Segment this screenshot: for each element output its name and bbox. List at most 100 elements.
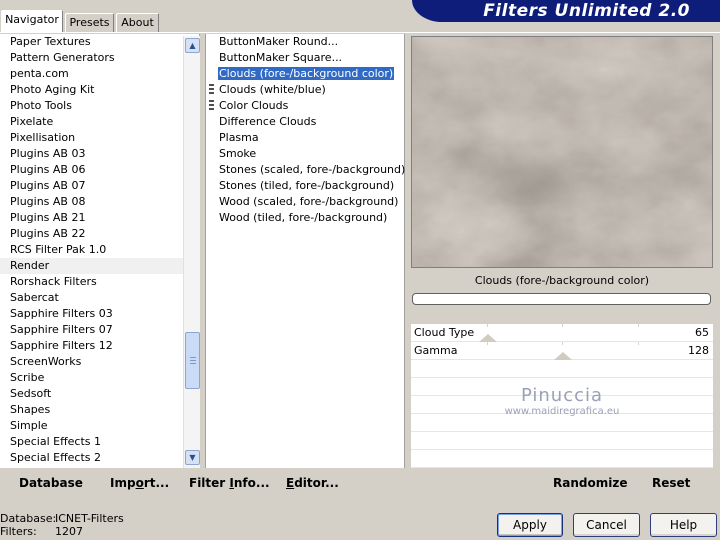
randomize-button[interactable]: Randomize — [553, 474, 627, 492]
editor-label-end: ditor... — [294, 476, 339, 490]
tab-presets[interactable]: Presets — [65, 13, 114, 32]
scroll-up-button[interactable]: ▲ — [185, 38, 200, 53]
status-database-value: ICNET-Filters — [55, 512, 124, 525]
status-filters-label: Filters: — [0, 525, 37, 538]
category-item[interactable]: Special Effects 2 — [0, 450, 199, 466]
favorite-marker-icon — [209, 100, 214, 112]
category-item[interactable]: Sapphire Filters 12 — [0, 338, 199, 354]
category-item[interactable]: Sapphire Filters 07 — [0, 322, 199, 338]
category-scrollbar[interactable]: ▲ ▼ — [183, 36, 200, 468]
category-item[interactable]: Rorshack Filters — [0, 274, 199, 290]
category-item[interactable]: Sedsoft — [0, 386, 199, 402]
filter-item-label: ButtonMaker Square... — [219, 51, 343, 64]
filter-item[interactable]: Plasma — [206, 130, 404, 146]
filter-item-label: Stones (tiled, fore-/background) — [219, 179, 395, 192]
param-label: Cloud Type — [414, 326, 475, 339]
category-item[interactable]: penta.com — [0, 66, 199, 82]
param-value: 65 — [695, 326, 709, 339]
category-item[interactable]: RCS Filter Pak 1.0 — [0, 242, 199, 258]
category-item[interactable]: Shapes — [0, 402, 199, 418]
status-database-row: Database:ICNET-Filters — [0, 512, 124, 525]
category-item[interactable]: Pattern Generators — [0, 50, 199, 66]
category-item[interactable]: Sabercat — [0, 290, 199, 306]
reset-button[interactable]: Reset — [652, 474, 690, 492]
category-item[interactable]: Plugins AB 07 — [0, 178, 199, 194]
category-item[interactable]: Plugins AB 08 — [0, 194, 199, 210]
param-cloud-type[interactable]: Cloud Type 65 — [411, 324, 713, 342]
tab-navigator[interactable]: Navigator — [1, 10, 63, 32]
category-item[interactable]: Simple — [0, 418, 199, 434]
filter-item[interactable]: Clouds (white/blue) — [206, 82, 404, 98]
import-button[interactable]: Import... — [110, 474, 169, 492]
filter-item[interactable]: ButtonMaker Round... — [206, 34, 404, 50]
filter-info-label-start: Filter — [189, 476, 230, 490]
filter-item[interactable]: Color Clouds — [206, 98, 404, 114]
filter-item[interactable]: Smoke — [206, 146, 404, 162]
cancel-button[interactable]: Cancel — [573, 513, 640, 537]
filter-item-label: Stones (scaled, fore-/background) — [219, 163, 406, 176]
watermark-name: Pinuccia — [520, 385, 604, 406]
slider-tick — [562, 342, 563, 345]
category-item[interactable]: Sapphire Filters 03 — [0, 306, 199, 322]
slider-handle[interactable] — [554, 352, 572, 360]
category-item[interactable]: Photo Aging Kit — [0, 82, 199, 98]
category-item[interactable]: Plugins AB 22 — [0, 226, 199, 242]
status-filters-row: Filters: 1207 — [0, 525, 124, 538]
slider-handle[interactable] — [479, 334, 497, 342]
slider-tick — [487, 324, 488, 327]
filter-item-label: Difference Clouds — [219, 115, 317, 128]
filter-item-label: Clouds (fore-/background color) — [218, 67, 395, 80]
category-item[interactable]: Pixelate — [0, 114, 199, 130]
category-item[interactable]: Plugins AB 03 — [0, 146, 199, 162]
filter-item[interactable]: Stones (tiled, fore-/background) — [206, 178, 404, 194]
filter-item[interactable]: Wood (scaled, fore-/background) — [206, 194, 404, 210]
database-button[interactable]: Database — [19, 474, 83, 492]
editor-button[interactable]: Editor... — [286, 474, 339, 492]
param-label: Gamma — [414, 344, 458, 357]
apply-button[interactable]: Apply — [497, 513, 563, 537]
param-gamma[interactable]: Gamma 128 — [411, 342, 713, 360]
filter-item[interactable]: Wood (tiled, fore-/background) — [206, 210, 404, 226]
scroll-thumb[interactable] — [185, 332, 200, 389]
status-info: Database:ICNET-Filters Filters: 1207 — [0, 512, 124, 538]
clouds-preview — [412, 37, 712, 267]
filter-item-label: Smoke — [219, 147, 257, 160]
category-item[interactable]: Special Effects 1 — [0, 434, 199, 450]
help-button[interactable]: Help — [650, 513, 717, 537]
filter-item-label: Color Clouds — [219, 99, 289, 112]
tab-about[interactable]: About — [116, 13, 159, 32]
filter-item[interactable]: ButtonMaker Square... — [206, 50, 404, 66]
param-value: 128 — [688, 344, 709, 357]
app-title: Filters Unlimited 2.0 — [483, 1, 690, 21]
category-item[interactable]: Scribe — [0, 370, 199, 386]
filter-item[interactable]: Stones (scaled, fore-/background) — [206, 162, 406, 178]
slider-tick — [487, 342, 488, 345]
grip-line — [190, 363, 196, 364]
category-item[interactable]: Paper Textures — [0, 34, 199, 50]
grip-line — [190, 360, 196, 361]
status-filters-value: 1207 — [55, 525, 83, 538]
watermark-url: www.maidiregrafica.eu — [504, 406, 620, 417]
param-empty-row — [411, 432, 713, 450]
filter-info-button[interactable]: Filter Info... — [189, 474, 270, 492]
import-label-start: Imp — [110, 476, 136, 490]
category-item[interactable]: Pixellisation — [0, 130, 199, 146]
slider-tick — [638, 324, 639, 327]
param-empty-row — [411, 450, 713, 468]
filter-item[interactable]: Difference Clouds — [206, 114, 404, 130]
category-item[interactable]: Plugins AB 06 — [0, 162, 199, 178]
scroll-down-button[interactable]: ▼ — [185, 450, 200, 465]
filter-list[interactable]: ButtonMaker Round... ButtonMaker Square..… — [205, 34, 405, 468]
category-list[interactable]: Paper Textures Pattern Generators penta.co… — [0, 34, 200, 468]
category-item[interactable]: Plugins AB 21 — [0, 210, 199, 226]
import-label-end: rt... — [143, 476, 170, 490]
import-label-accesskey: o — [135, 476, 144, 490]
filter-item[interactable]: Clouds (fore-/background color) — [206, 66, 404, 82]
category-item[interactable]: Render — [0, 258, 199, 274]
slider-tick — [638, 342, 639, 345]
category-item[interactable]: ScreenWorks — [0, 354, 199, 370]
category-item[interactable]: Photo Tools — [0, 98, 199, 114]
filter-item-label: Wood (scaled, fore-/background) — [219, 195, 399, 208]
progress-bar — [412, 293, 711, 305]
favorite-marker-icon — [209, 84, 214, 96]
